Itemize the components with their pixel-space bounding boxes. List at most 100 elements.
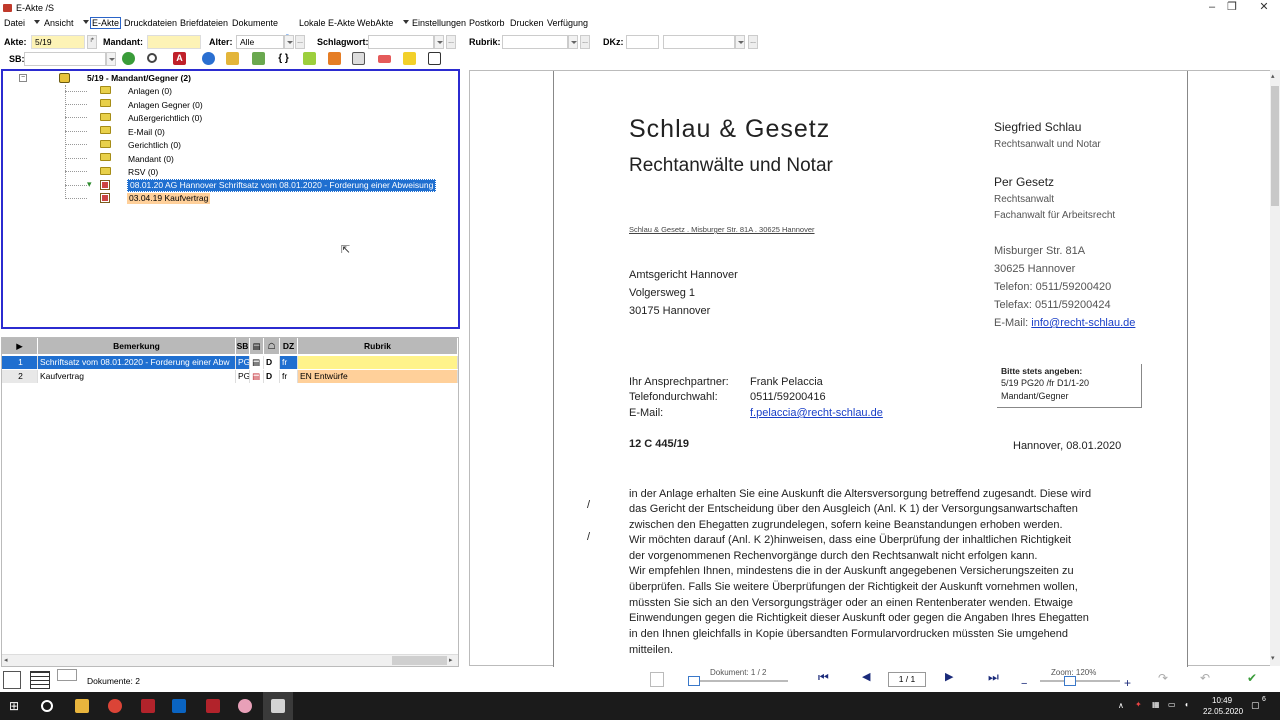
previous-page-icon[interactable]: ◀ (862, 670, 870, 683)
network-icon[interactable]: ▦ (1152, 700, 1160, 709)
menu-postkorb[interactable]: Postkorb (469, 18, 505, 28)
table-row[interactable]: 1 Schriftsatz vom 08.01.2020 - Forderung… (2, 356, 458, 369)
schlagwort-select[interactable] (368, 35, 434, 49)
rubrik-more-icon[interactable]: ... (580, 35, 590, 49)
grid-view-icon[interactable] (30, 671, 50, 689)
close-icon[interactable]: ✕ (1247, 0, 1280, 16)
refresh-icon[interactable] (122, 52, 135, 65)
windows-start-icon[interactable]: ⊞ (9, 699, 19, 713)
akte-arrow-icon[interactable]: ↱ (87, 35, 97, 49)
note-icon[interactable] (403, 52, 416, 65)
brackets-icon[interactable]: { } (277, 52, 290, 65)
column-bemerkung[interactable]: Bemerkung (38, 338, 236, 354)
document-viewer[interactable]: Schlau & Gesetz Rechtanwälte und Notar S… (469, 70, 1271, 667)
zoom-slider-thumb[interactable] (1063, 676, 1076, 686)
undo-icon[interactable]: ↶ (1200, 671, 1210, 685)
menu-ansicht[interactable]: Ansicht (44, 18, 74, 28)
split-view-icon[interactable] (57, 669, 77, 681)
scroll-up-icon[interactable]: ▴ (1271, 72, 1275, 80)
schlagwort-more-icon[interactable]: ... (446, 35, 456, 49)
table-row[interactable]: 2 Kaufvertrag PG ▤ D fr EN Entwürfe (2, 370, 458, 383)
alter-dropdown-icon[interactable] (284, 35, 294, 49)
tree-folder-email[interactable]: E-Mail (0) (128, 127, 165, 138)
collapse-icon[interactable]: − (19, 74, 27, 82)
page-input[interactable]: 1 / 1 (888, 672, 926, 687)
scroll-thumb[interactable] (1271, 86, 1279, 206)
dkz-dropdown-icon[interactable] (735, 35, 745, 49)
menu-e-akte[interactable]: E-Akte (90, 17, 122, 29)
document-slider-thumb[interactable] (688, 676, 700, 686)
alter-select[interactable]: Alle (236, 35, 284, 49)
tray-icon[interactable]: ✦ (1135, 700, 1142, 709)
add-icon[interactable] (303, 52, 316, 65)
column-dz[interactable]: DZ (280, 338, 298, 354)
print-icon[interactable] (352, 52, 365, 65)
scroll-left-icon[interactable]: ◂ (4, 656, 8, 664)
search-icon[interactable] (147, 53, 157, 63)
menu-lokale-e-akte[interactable]: Lokale E-Akte (299, 18, 355, 28)
explorer-icon[interactable] (75, 699, 89, 713)
tree-document-selected[interactable]: 08.01.20 AG Hannover Schriftsatz vom 08.… (127, 179, 437, 192)
menu-dokumente[interactable]: Dokumente (232, 18, 278, 28)
tree-document-kaufvertrag[interactable]: 03.04.19 Kaufvertrag (127, 193, 211, 204)
menu-webakte[interactable]: WebAkte (357, 18, 393, 28)
info-icon[interactable] (202, 52, 215, 65)
confirm-icon[interactable]: ✔ (1247, 671, 1257, 685)
notification-icon[interactable]: ▢ (1251, 700, 1260, 711)
scroll-right-icon[interactable]: ▸ (449, 656, 453, 664)
schlagwort-dropdown-icon[interactable] (434, 35, 444, 49)
firm-email-link[interactable]: info@recht-schlau.de (1031, 317, 1135, 329)
tree-folder-gerichtlich[interactable]: Gerichtlich (0) (128, 140, 181, 151)
tree-folder-mandant[interactable]: Mandant (0) (128, 154, 174, 165)
tree-folder-anlagen[interactable]: Anlagen (0) (128, 86, 172, 97)
menu-datei[interactable]: Datei (4, 18, 25, 28)
tree-view-icon[interactable] (3, 671, 21, 689)
app-icon[interactable] (238, 699, 252, 713)
akte-input[interactable]: 5/19 (31, 35, 85, 49)
rubrik-select[interactable] (502, 35, 568, 49)
app-icon[interactable] (206, 699, 220, 713)
restore-icon[interactable]: ❐ (1215, 0, 1249, 16)
chrome-icon[interactable] (108, 699, 122, 713)
dkz-input[interactable] (626, 35, 659, 49)
export-icon[interactable] (252, 52, 265, 65)
menu-verfuegung[interactable]: Verfügung (547, 18, 588, 28)
sb-select[interactable] (24, 52, 106, 66)
menu-druckdateien[interactable]: Druckdateien (124, 18, 177, 28)
chevron-down-icon[interactable] (83, 20, 89, 24)
horizontal-scrollbar[interactable]: ◂ ▸ (2, 654, 458, 666)
document-slider[interactable] (688, 680, 788, 682)
zoom-slider[interactable] (1040, 680, 1120, 682)
zoom-out-icon[interactable]: − (1021, 678, 1027, 690)
scroll-down-icon[interactable]: ▾ (1271, 654, 1275, 662)
scroll-thumb[interactable] (392, 656, 447, 665)
outlook-icon[interactable] (172, 699, 186, 713)
pdf-icon[interactable]: A (173, 52, 186, 65)
menu-einstellungen[interactable]: Einstellungen (412, 18, 466, 28)
zoom-in-icon[interactable]: + (1124, 676, 1131, 690)
vertical-scrollbar[interactable]: ▴ ▾ (1270, 70, 1280, 666)
dkz-select[interactable] (663, 35, 735, 49)
tree-folder-rsv[interactable]: RSV (0) (128, 167, 158, 178)
column-doc-icon[interactable]: ▤ (250, 338, 264, 354)
list-icon[interactable] (428, 52, 441, 65)
mail-icon[interactable] (378, 55, 391, 63)
last-page-icon[interactable]: ⏭ (988, 670, 999, 685)
column-sb[interactable]: SB (236, 338, 250, 354)
rubrik-dropdown-icon[interactable] (568, 35, 578, 49)
e-akte-taskbar-icon[interactable] (271, 699, 285, 713)
dkz-more-icon[interactable]: ... (748, 35, 758, 49)
sb-dropdown-icon[interactable] (106, 52, 116, 66)
app-icon[interactable] (141, 699, 155, 713)
alter-more-icon[interactable]: ... (295, 35, 305, 49)
chevron-up-icon[interactable]: ∧ (1118, 701, 1124, 710)
menu-briefdateien[interactable]: Briefdateien (180, 18, 228, 28)
tree-folder-aussergerichtlich[interactable]: Außergerichtlich (0) (128, 113, 202, 124)
column-rubrik[interactable]: Rubrik (298, 338, 458, 354)
contact-email-link[interactable]: f.pelaccia@recht-schlau.de (750, 407, 883, 419)
tree-folder-anlagen-gegner[interactable]: Anlagen Gegner (0) (128, 100, 203, 111)
search-icon[interactable] (41, 700, 53, 712)
mandant-input[interactable] (147, 35, 201, 49)
column-lock-icon[interactable]: ☖ (264, 338, 280, 354)
chevron-down-icon[interactable] (403, 20, 409, 24)
